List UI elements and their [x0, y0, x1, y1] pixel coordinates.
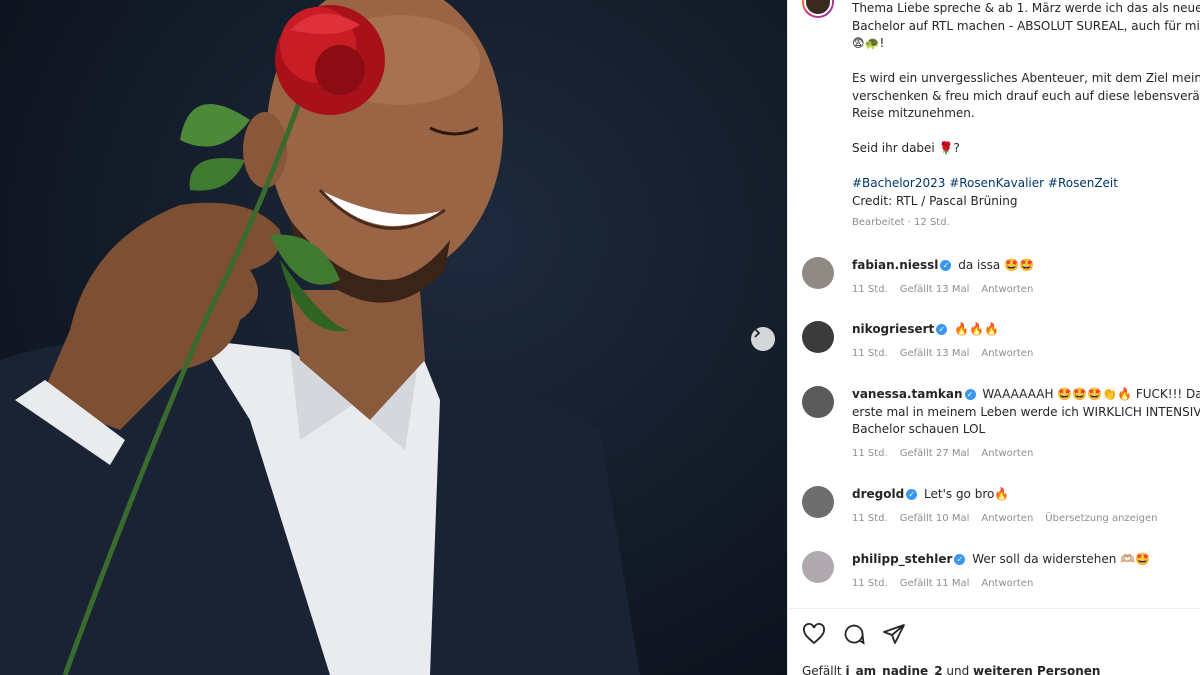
avatar[interactable] [802, 321, 834, 353]
comment-time[interactable]: 11 Std. [852, 578, 888, 589]
comments-panel: Thema Liebe spreche & ab 1. März werde i… [788, 0, 1200, 675]
reply-button[interactable]: Antworten [981, 284, 1033, 295]
caption-line: Reise mitzunehmen. [852, 106, 975, 120]
comment-text: da issa 🤩🤩 [958, 258, 1034, 272]
caption-line: 😨🐢! [852, 36, 885, 50]
share-icon [883, 624, 905, 644]
translate-button[interactable]: Übersetzung anzeigen [1045, 513, 1157, 524]
share-button[interactable] [882, 622, 908, 648]
post-author-avatar[interactable] [802, 0, 834, 18]
comment-username[interactable]: fabian.niessl [852, 258, 938, 272]
likes-prefix: Gefällt [802, 664, 846, 675]
comment-likes[interactable]: Gefällt 10 Mal [900, 513, 970, 524]
comment-time[interactable]: 11 Std. [852, 513, 888, 524]
comment-button[interactable] [842, 622, 868, 648]
avatar[interactable] [802, 551, 834, 583]
comment-time[interactable]: 11 Std. [852, 284, 888, 295]
actions-divider [788, 608, 1200, 609]
reply-button[interactable]: Antworten [981, 513, 1033, 524]
chevron-right-icon [754, 328, 761, 338]
comment-likes[interactable]: Gefällt 11 Mal [900, 578, 970, 589]
comment-likes[interactable]: Gefällt 13 Mal [900, 348, 970, 359]
verified-icon: ✓ [964, 389, 976, 400]
comment-text: Wer soll da widerstehen 🫶🏼🤩 [972, 552, 1151, 566]
comment-likes[interactable]: Gefällt 27 Mal [900, 448, 970, 459]
verified-icon: ✓ [954, 554, 966, 565]
caption-line: Es wird ein unvergessliches Abenteuer, m… [852, 71, 1200, 85]
avatar[interactable] [802, 257, 834, 289]
caption-line: Bachelor auf RTL machen - ABSOLUT SUREAL… [852, 18, 1200, 33]
likes-middle: und [942, 664, 974, 675]
post-actions [802, 622, 908, 648]
photo-credit: Credit: RTL / Pascal Brüning [852, 193, 1018, 208]
next-image-button[interactable] [751, 327, 775, 351]
likes-user-link[interactable]: i_am_nadine_2 [845, 664, 942, 675]
comment-username[interactable]: philipp_stehler [852, 552, 952, 566]
likes-others-link[interactable]: weiteren Personen [973, 664, 1100, 675]
comment-time[interactable]: 11 Std. [852, 348, 888, 359]
comment-likes[interactable]: Gefällt 13 Mal [900, 284, 970, 295]
post-photo [0, 0, 787, 675]
hashtags-link[interactable]: #Bachelor2023 #RosenKavalier #RosenZeit [852, 175, 1200, 193]
comment-username[interactable]: vanessa.tamkan [852, 387, 963, 401]
comment-icon [844, 624, 865, 645]
avatar[interactable] [802, 386, 834, 418]
avatar[interactable] [802, 486, 834, 518]
comment-text: 🔥🔥🔥 [954, 322, 999, 336]
reply-button[interactable]: Antworten [981, 448, 1033, 459]
verified-icon: ✓ [936, 324, 948, 335]
comment-text: Let's go bro🔥 [924, 487, 1010, 501]
comment-time[interactable]: 11 Std. [852, 448, 888, 459]
caption-line: Thema Liebe spreche & ab 1. März werde i… [852, 1, 1200, 15]
reply-button[interactable]: Antworten [981, 348, 1033, 359]
portrait-illustration [0, 0, 640, 675]
verified-icon: ✓ [940, 260, 952, 271]
likes-summary: Gefällt i_am_nadine_2 und weiteren Perso… [802, 664, 1100, 675]
like-button[interactable] [802, 622, 828, 648]
reply-button[interactable]: Antworten [981, 578, 1033, 589]
post-caption: Thema Liebe spreche & ab 1. März werde i… [852, 0, 1200, 232]
heart-icon [803, 623, 825, 645]
edited-timestamp: Bearbeitet · 12 Std. [852, 217, 950, 228]
comment-username[interactable]: nikogriesert [852, 322, 934, 336]
comment-username[interactable]: dregold [852, 487, 904, 501]
caption-line: Seid ihr dabei 🌹? [852, 141, 960, 155]
verified-icon: ✓ [906, 489, 918, 500]
caption-line: verschenken & freu mich drauf euch auf d… [852, 88, 1200, 103]
